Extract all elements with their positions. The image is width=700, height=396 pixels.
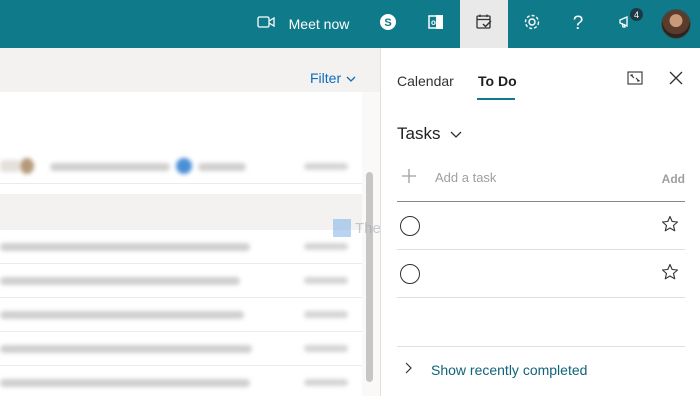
- task-item[interactable]: [397, 202, 685, 250]
- whats-new-button[interactable]: 4: [606, 0, 646, 48]
- filter-button[interactable]: Filter: [310, 70, 356, 86]
- help-button[interactable]: ?: [560, 0, 596, 48]
- list-item[interactable]: [0, 264, 362, 298]
- task-complete-checkbox[interactable]: [400, 216, 420, 236]
- svg-text:o: o: [431, 18, 436, 27]
- show-recently-completed-label: Show recently completed: [431, 361, 588, 378]
- mail-area: [0, 48, 380, 396]
- watermark-logo: [333, 219, 351, 237]
- avatar[interactable]: [661, 9, 691, 39]
- close-button[interactable]: [666, 70, 686, 90]
- my-day-button[interactable]: [460, 0, 508, 48]
- message-list: [0, 92, 362, 396]
- tasks-title: Tasks: [397, 124, 441, 143]
- top-bar: Meet now S o ? 4: [0, 0, 700, 48]
- chevron-down-icon: [346, 70, 356, 86]
- gear-icon: [523, 13, 541, 36]
- show-recently-completed-button[interactable]: Show recently completed: [397, 346, 685, 392]
- video-camera-icon: [256, 15, 275, 34]
- skype-button[interactable]: S: [370, 0, 406, 48]
- add-task-input[interactable]: [435, 170, 635, 185]
- tab-todo[interactable]: To Do: [478, 73, 517, 89]
- add-task-row: Add: [397, 158, 685, 202]
- list-item[interactable]: [0, 332, 362, 366]
- date-separator: [0, 194, 362, 230]
- active-tab-indicator: [477, 98, 515, 100]
- close-icon: [669, 71, 683, 90]
- list-item[interactable]: [0, 230, 362, 264]
- task-item[interactable]: [397, 250, 685, 298]
- office-icon: o: [427, 13, 445, 36]
- calendar-check-icon: [474, 12, 494, 37]
- chevron-down-icon: [450, 124, 462, 144]
- task-complete-checkbox[interactable]: [400, 264, 420, 284]
- plus-icon: [401, 168, 417, 189]
- svg-text:S: S: [384, 17, 391, 29]
- office-apps-button[interactable]: o: [418, 0, 454, 48]
- notification-badge: 4: [630, 8, 643, 21]
- list-item[interactable]: [0, 298, 362, 332]
- tasks-list-selector[interactable]: Tasks: [397, 124, 462, 144]
- chevron-right-icon: [405, 361, 413, 379]
- meet-now-button[interactable]: Meet now: [244, 0, 362, 48]
- star-icon[interactable]: [661, 215, 679, 238]
- expand-button[interactable]: [625, 70, 645, 90]
- tab-calendar[interactable]: Calendar: [397, 73, 454, 89]
- list-item[interactable]: [0, 366, 362, 396]
- skype-icon: S: [379, 13, 397, 36]
- settings-button[interactable]: [514, 0, 550, 48]
- list-item[interactable]: [0, 150, 362, 184]
- help-icon: ?: [572, 13, 584, 34]
- filter-label: Filter: [310, 70, 342, 86]
- message-list-scrollbar[interactable]: [366, 172, 373, 382]
- todo-panel: Calendar To Do Tasks Add a task Add Show…: [380, 48, 700, 396]
- meet-now-label: Meet now: [288, 16, 350, 32]
- add-task-button[interactable]: Add: [662, 172, 685, 186]
- expand-icon: [627, 70, 643, 90]
- star-icon[interactable]: [661, 263, 679, 286]
